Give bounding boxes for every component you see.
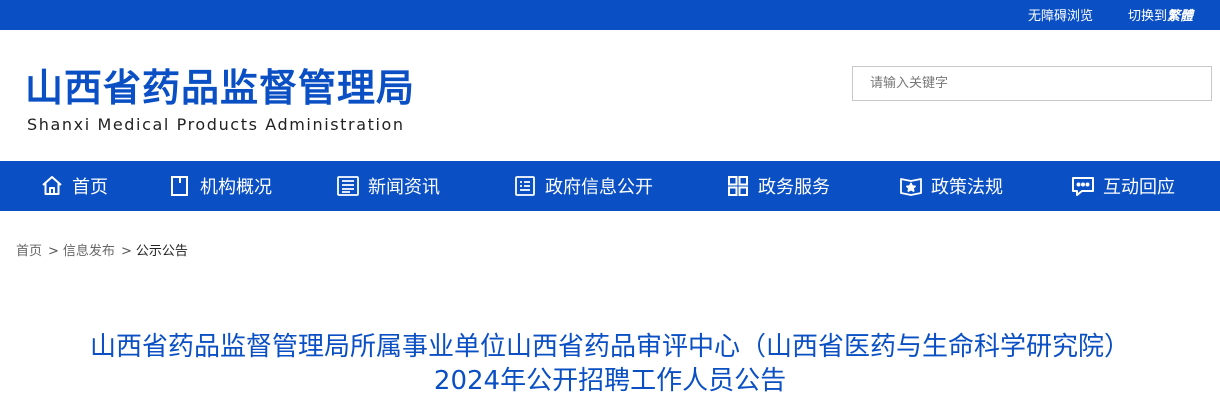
language-switch-target: 繁體 xyxy=(1167,9,1194,24)
main-navigation: 首页 机构概况 新闻资讯 政府信息公开 政务服务 政策法规 互动回应 xyxy=(0,161,1220,211)
nav-item-label: 首页 xyxy=(72,177,108,198)
nav-item-organization[interactable]: 机构概况 xyxy=(168,161,272,211)
breadcrumb-home[interactable]: 首页 xyxy=(16,244,42,259)
site-header: 山西省药品监督管理局 Shanxi Medical Products Admin… xyxy=(0,30,1220,161)
document-icon xyxy=(168,174,192,198)
chat-icon xyxy=(1071,174,1095,198)
nav-item-label: 机构概况 xyxy=(200,177,272,198)
nav-item-label: 政务服务 xyxy=(758,177,830,198)
newspaper-icon xyxy=(336,174,360,198)
nav-item-interaction[interactable]: 互动回应 xyxy=(1071,161,1175,211)
nav-item-home[interactable]: 首页 xyxy=(40,161,108,211)
home-icon xyxy=(40,174,64,198)
nav-item-services[interactable]: 政务服务 xyxy=(726,161,830,211)
breadcrumb: 首页 > 信息发布 > 公示公告 xyxy=(16,240,188,259)
top-utility-bar: 无障碍浏览 切换到繁體 xyxy=(0,0,1220,30)
language-switch-prefix: 切换到 xyxy=(1128,9,1168,24)
nav-item-regulations[interactable]: 政策法规 xyxy=(899,161,1003,211)
site-logo-english: Shanxi Medical Products Administration xyxy=(27,115,405,134)
accessibility-link[interactable]: 无障碍浏览 xyxy=(1028,5,1093,24)
language-switch-link[interactable]: 切换到繁體 xyxy=(1128,5,1193,24)
nav-item-gov-info[interactable]: 政府信息公开 xyxy=(513,161,653,211)
nav-item-label: 政策法规 xyxy=(931,177,1003,198)
breadcrumb-separator: > xyxy=(120,244,132,259)
grid-icon xyxy=(726,174,750,198)
breadcrumb-announcements[interactable]: 公示公告 xyxy=(136,244,188,259)
breadcrumb-info-release[interactable]: 信息发布 xyxy=(63,244,115,259)
nav-item-news[interactable]: 新闻资讯 xyxy=(336,161,440,211)
breadcrumb-separator: > xyxy=(48,244,59,259)
nav-item-label: 政府信息公开 xyxy=(545,177,653,198)
info-list-icon xyxy=(513,174,537,198)
nav-item-label: 互动回应 xyxy=(1103,177,1175,198)
search-input[interactable] xyxy=(853,67,1211,100)
search-box xyxy=(852,66,1212,101)
article-title: 山西省药品监督管理局所属事业单位山西省药品审评中心（山西省医药与生命科学研究院）… xyxy=(89,332,1130,396)
nav-item-label: 新闻资讯 xyxy=(368,177,440,198)
book-star-icon xyxy=(899,174,923,198)
site-logo-chinese[interactable]: 山西省药品监督管理局 xyxy=(25,68,415,108)
